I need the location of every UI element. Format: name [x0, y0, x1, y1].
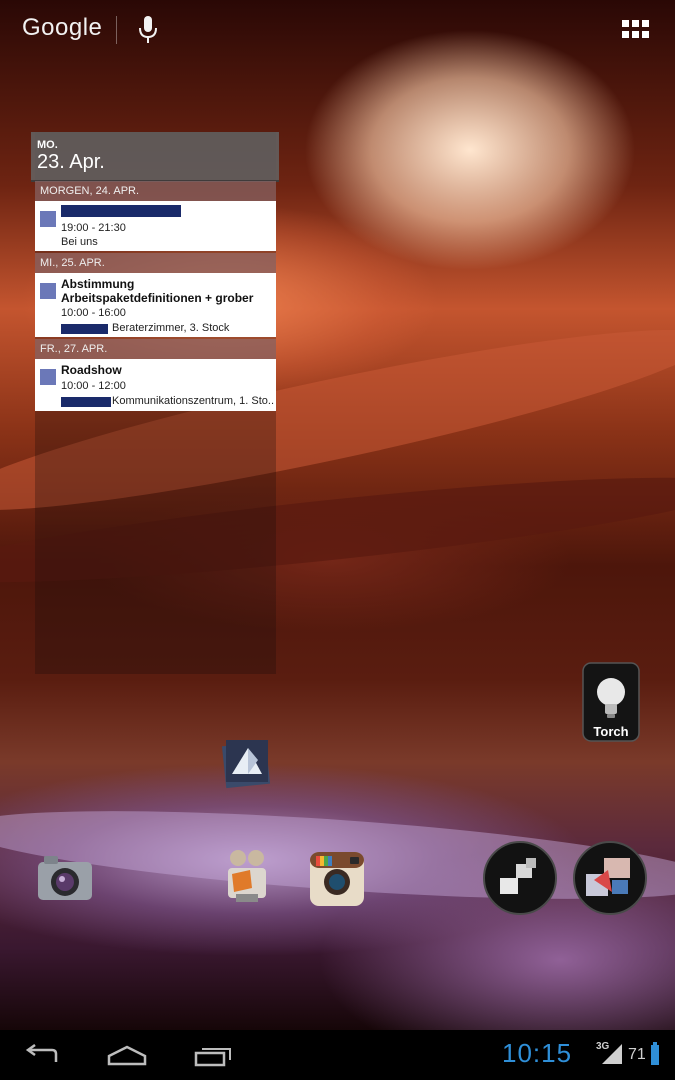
- redacted-organizer: [61, 397, 111, 407]
- navigation-bar: [0, 1030, 675, 1080]
- event-time: 10:00 - 16:00: [61, 307, 126, 319]
- event-color-marker: [40, 369, 56, 385]
- calendar-event[interactable]: 19:00 - 21:30 Bei uns: [35, 201, 276, 251]
- battery-icon: [651, 1042, 659, 1065]
- calendar-section-header: FR., 27. APR.: [35, 339, 276, 359]
- all-apps-grid-icon[interactable]: [620, 18, 652, 42]
- torch-label: Torch: [593, 724, 629, 739]
- calendar-event[interactable]: Abstimmung Arbeitspaketdefinitionen + gr…: [35, 273, 276, 337]
- office-folder-icon[interactable]: [482, 840, 558, 916]
- event-time: 10:00 - 12:00: [61, 380, 126, 392]
- event-location: Berater­zimmer, 3. Stock: [112, 322, 230, 334]
- origami-app-icon[interactable]: [218, 734, 274, 790]
- home-icon[interactable]: [106, 1044, 148, 1068]
- calendar-section-header: MORGEN, 24. APR.: [35, 181, 276, 201]
- mic-icon[interactable]: [134, 14, 162, 46]
- contacts-app-icon[interactable]: [222, 848, 272, 906]
- calendar-date: 23. Apr.: [37, 151, 105, 173]
- redacted-title: [61, 205, 181, 217]
- camera-app-icon[interactable]: [34, 852, 96, 904]
- calendar-event[interactable]: Roadshow 10:00 - 12:00 Kommunikationszen…: [35, 359, 276, 411]
- redacted-organizer: [61, 324, 108, 334]
- search-divider: [116, 16, 117, 44]
- event-title: Roadshow: [61, 363, 122, 377]
- event-time: 19:00 - 21:30: [61, 222, 126, 234]
- event-color-marker: [40, 283, 56, 299]
- calendar-widget[interactable]: MO. 23. Apr. MORGEN, 24. APR. 19:00 - 21…: [31, 132, 279, 674]
- status-clock[interactable]: 10:15: [502, 1038, 572, 1069]
- google-search-logo[interactable]: Google: [22, 14, 102, 42]
- battery-level-text: 71: [628, 1046, 646, 1063]
- calendar-section-header: MI., 25. APR.: [35, 253, 276, 273]
- event-location: Kommunikationszentrum, 1. Sto...: [112, 395, 274, 407]
- event-location: Bei uns: [61, 236, 98, 248]
- calendar-header[interactable]: MO. 23. Apr.: [31, 132, 279, 182]
- signal-strength-icon: [602, 1044, 622, 1064]
- back-icon[interactable]: [22, 1044, 62, 1068]
- recent-apps-icon[interactable]: [192, 1044, 234, 1068]
- media-folder-icon[interactable]: [572, 840, 648, 916]
- event-color-marker: [40, 211, 56, 227]
- event-title: Abstimmung Arbeitspaketdefinitionen + gr…: [61, 277, 254, 305]
- calendar-weekday: MO.: [37, 139, 58, 151]
- instagram-app-icon[interactable]: [308, 850, 366, 908]
